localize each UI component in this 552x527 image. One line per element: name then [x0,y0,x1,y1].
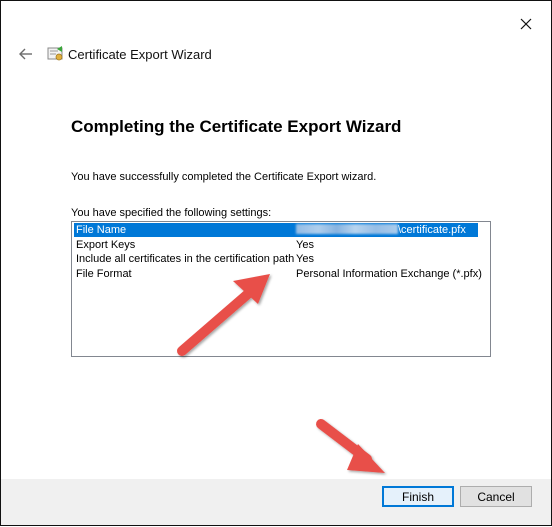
settings-key: Export Keys [76,239,136,251]
settings-row-export-keys[interactable]: Export Keys Yes [74,238,478,252]
settings-value: Personal Information Exchange (*.pfx) [296,268,482,280]
finish-button[interactable]: Finish [382,486,454,507]
back-button[interactable] [15,43,37,65]
window-title: Certificate Export Wizard [68,47,212,62]
settings-row-include-all[interactable]: Include all certificates in the certific… [74,252,478,266]
settings-list[interactable]: File Name \certificate.pfx Export Keys Y… [71,221,491,357]
settings-value-wrap: \certificate.pfx [296,223,466,237]
certificate-wizard-icon [47,46,63,61]
settings-key: File Name [76,224,127,236]
success-message: You have successfully completed the Cert… [71,171,377,183]
settings-value: \certificate.pfx [398,224,466,236]
settings-key: File Format [76,268,132,280]
wizard-dialog: Certificate Export Wizard Completing the… [0,0,552,526]
cancel-button[interactable]: Cancel [460,486,532,507]
settings-value: Yes [296,239,314,251]
settings-row-file-name[interactable]: File Name \certificate.pfx [74,223,478,237]
close-button[interactable] [511,9,541,39]
settings-row-file-format[interactable]: File Format Personal Information Exchang… [74,267,482,281]
page-heading: Completing the Certificate Export Wizard [71,117,402,136]
close-icon [520,18,532,30]
settings-value: Yes [296,253,314,265]
settings-label: You have specified the following setting… [71,207,272,219]
back-arrow-icon [19,48,32,60]
redacted-path [296,224,398,235]
settings-key: Include all certificates in the certific… [76,253,295,265]
